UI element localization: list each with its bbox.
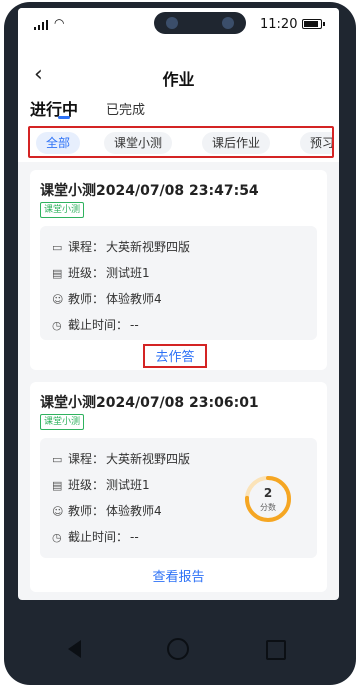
wifi-icon: ◠: [54, 16, 65, 30]
status-time: 11:20: [260, 17, 298, 32]
view-report-button[interactable]: 查看报告: [30, 566, 327, 585]
class-value: 测试班1: [106, 478, 150, 492]
app-screen: ◠ 11:20 ‹ 作业 进行中 已完成 全部 课堂小测 课后作业 预习 课堂小…: [18, 8, 339, 600]
deadline-label: 截止时间：: [68, 318, 129, 332]
deadline-value: --: [130, 318, 139, 332]
filter-chip-all[interactable]: 全部: [36, 132, 81, 154]
card-title: 课堂小测2024/07/08 23:47:54: [40, 183, 259, 199]
page-title: 作业: [162, 70, 195, 89]
course-value: 大英新视野四版: [106, 240, 191, 254]
active-tab-indicator: [58, 116, 70, 119]
filter-chip-homework[interactable]: 课后作业: [202, 132, 271, 154]
person-icon: ☺: [52, 293, 64, 306]
course-icon: ▭: [52, 241, 63, 254]
card-title: 课堂小测2024/07/08 23:06:01: [40, 395, 259, 411]
course-row: ▭ 课程： 大英新视野四版: [52, 238, 190, 255]
card-info-box: ▭ 课程： 大英新视野四版 ▤ 班级： 测试班1 ☺ 教师： 体验教师4 ◷ 截止时间： --: [40, 226, 317, 340]
nav-home-icon[interactable]: [167, 638, 189, 660]
assignment-card[interactable]: 课堂小测2024/07/08 23:47:54 课堂小测 ▭ 课程： 大英新视野四版…: [30, 170, 327, 370]
type-tag: 课堂小测: [40, 202, 85, 218]
course-icon: ▭: [52, 453, 63, 466]
teacher-value: 体验教师4: [106, 292, 162, 306]
course-label: 课程：: [68, 240, 105, 254]
assignment-card[interactable]: 课堂小测2024/07/08 23:06:01 课堂小测 ▭ 课程： 大英新视野四版…: [30, 382, 327, 592]
card-info-box: ▭ 课程： 大英新视野四版 ▤ 班级： 测试班1 ☺ 教师： 体验教师4 ◷ 截止时间： --: [40, 438, 317, 558]
teacher-label: 教师：: [68, 292, 105, 306]
class-value: 测试班1: [106, 266, 150, 280]
signal-icon: [34, 20, 48, 30]
course-value: 大英新视野四版: [106, 452, 191, 466]
deadline-row: ◷ 截止时间： --: [52, 528, 139, 545]
clock-icon: ◷: [52, 531, 62, 544]
score-ring: 2 分数: [243, 474, 293, 524]
status-bar: ◠ 11:20: [18, 8, 339, 42]
deadline-label: 截止时间：: [68, 530, 129, 544]
class-label: 班级：: [68, 478, 105, 492]
class-icon: ▤: [52, 267, 63, 280]
battery-icon: [302, 19, 325, 29]
filter-chip-preview[interactable]: 预习: [300, 132, 332, 154]
person-icon: ☺: [52, 505, 64, 518]
teacher-row: ☺ 教师： 体验教师4: [52, 502, 162, 519]
class-row: ▤ 班级： 测试班1: [52, 476, 150, 493]
nav-back-icon[interactable]: [68, 640, 81, 658]
score-label: 分数: [260, 503, 276, 512]
answer-button[interactable]: 去作答: [143, 344, 207, 368]
filter-chip-quiz[interactable]: 课堂小测: [104, 132, 173, 154]
nav-recent-apps-icon[interactable]: [266, 640, 286, 660]
system-nav-bar: [4, 600, 356, 685]
clock-icon: ◷: [52, 319, 62, 332]
class-icon: ▤: [52, 479, 63, 492]
camera-notch: [154, 12, 246, 34]
tab-in-progress[interactable]: 进行中: [30, 96, 78, 120]
tab-completed[interactable]: 已完成: [106, 99, 145, 118]
class-label: 班级：: [68, 266, 105, 280]
course-row: ▭ 课程： 大英新视野四版: [52, 450, 190, 467]
type-tag: 课堂小测: [40, 414, 85, 430]
teacher-row: ☺ 教师： 体验教师4: [52, 290, 162, 307]
phone-frame: ◠ 11:20 ‹ 作业 进行中 已完成 全部 课堂小测 课后作业 预习 课堂小…: [4, 2, 356, 685]
score-value: 2: [263, 486, 273, 500]
deadline-value: --: [130, 530, 139, 544]
teacher-label: 教师：: [68, 504, 105, 518]
filter-chip-bar: 全部 课堂小测 课后作业 预习: [28, 126, 334, 158]
teacher-value: 体验教师4: [106, 504, 162, 518]
deadline-row: ◷ 截止时间： --: [52, 316, 139, 333]
page-header: ‹ 作业 进行中 已完成 全部 课堂小测 课后作业 预习: [18, 42, 339, 162]
class-row: ▤ 班级： 测试班1: [52, 264, 150, 281]
course-label: 课程：: [68, 452, 105, 466]
